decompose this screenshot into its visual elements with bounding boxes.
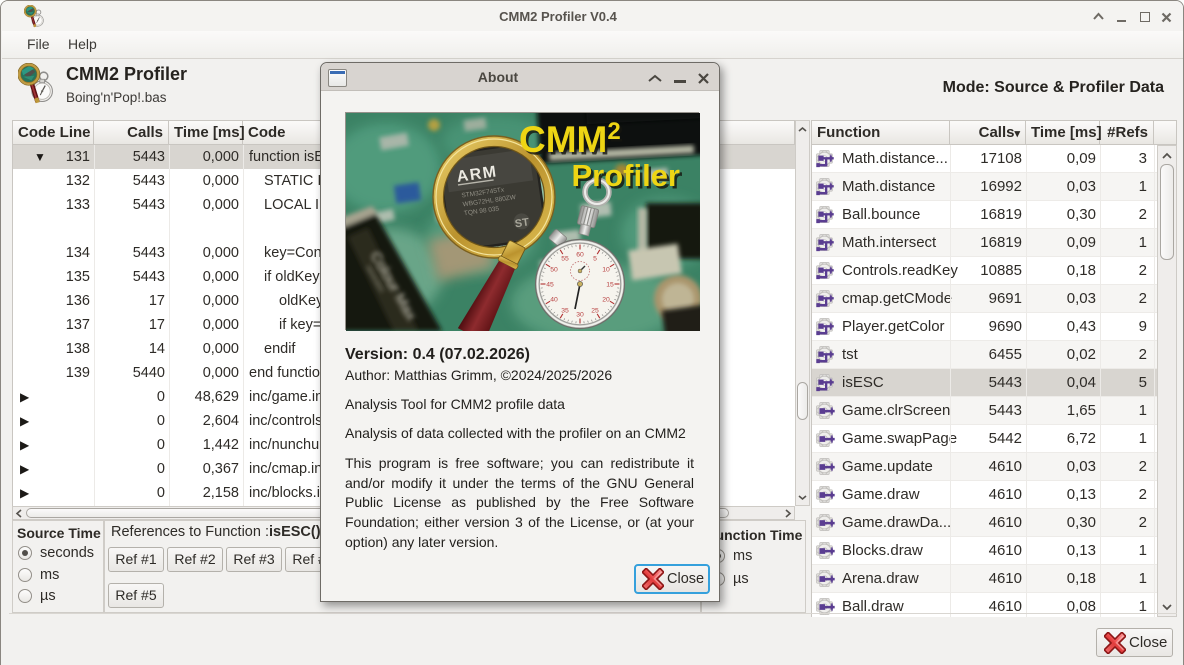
- svg-text:20: 20: [602, 297, 610, 304]
- svg-text:55: 55: [561, 256, 569, 263]
- svg-text:Profiler: Profiler: [571, 158, 680, 193]
- svg-text:15: 15: [606, 282, 614, 289]
- svg-text:10: 10: [602, 267, 610, 274]
- svg-text:40: 40: [550, 297, 558, 304]
- svg-text:50: 50: [550, 267, 558, 274]
- svg-text:60: 60: [576, 252, 584, 259]
- svg-text:5: 5: [593, 256, 597, 263]
- svg-text:25: 25: [591, 308, 599, 315]
- svg-text:35: 35: [561, 308, 569, 315]
- svg-text:45: 45: [546, 282, 554, 289]
- svg-text:ST: ST: [514, 216, 530, 230]
- svg-text:CMM2: CMM2: [519, 118, 621, 160]
- svg-text:30: 30: [576, 312, 584, 319]
